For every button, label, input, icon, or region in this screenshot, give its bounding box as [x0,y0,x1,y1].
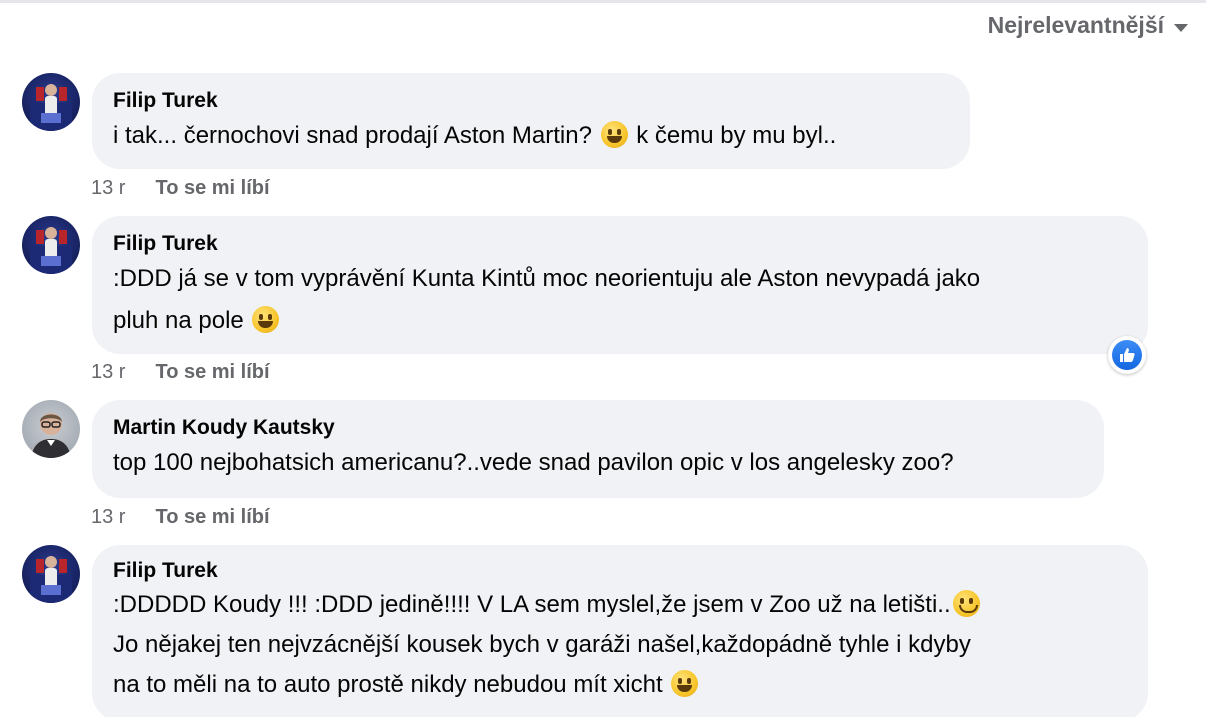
grinning-emoji-icon [671,670,699,697]
comment-author[interactable]: Filip Turek [113,87,948,115]
like-icon [1120,348,1135,362]
comment-bubble: Filip Turek i tak... černochovi snad pro… [92,73,970,169]
avatar[interactable] [22,400,80,458]
reaction-badge[interactable] [1108,336,1146,374]
avatar[interactable] [22,545,80,603]
comment-time[interactable]: 13 r [91,177,125,200]
comment-author[interactable]: Filip Turek [113,230,1126,258]
comment-meta: 13 r To se mi líbí [91,177,270,200]
avatar-image [31,413,71,458]
comment-text: :DDD já se v tom vyprávění Kunta Kintů m… [113,265,981,334]
avatar-image [30,227,72,274]
avatar-image [30,556,72,603]
caret-down-icon [1174,23,1188,32]
comment-meta: 13 r To se mi líbí [91,506,270,529]
comment-text: :DDDDD Koudy !!! :DDD jedině!!!! V LA se… [113,585,1126,705]
top-divider [0,0,1206,3]
comment-time[interactable]: 13 r [91,361,125,384]
like-button[interactable]: To se mi líbí [155,361,269,384]
comment-meta: 13 r To se mi líbí [91,361,270,384]
comment-time[interactable]: 13 r [91,506,125,529]
like-button[interactable]: To se mi líbí [155,506,269,529]
comment-author[interactable]: Filip Turek [113,557,1126,585]
sort-dropdown[interactable]: Nejrelevantnější [988,12,1188,39]
sort-label: Nejrelevantnější [987,12,1164,38]
avatar-image [30,84,72,131]
avatar[interactable] [22,216,80,274]
smiling-emoji-icon [952,590,980,617]
grinning-emoji-icon [252,306,280,333]
grinning-emoji-icon [600,121,628,148]
comment-bubble: Martin Koudy Kautsky top 100 nejbohatsic… [92,400,1104,498]
comment-text: top 100 nejbohatsich americanu?..vede sn… [113,449,954,476]
comment-author[interactable]: Martin Koudy Kautsky [113,414,1082,442]
like-button[interactable]: To se mi líbí [155,177,269,200]
comment-bubble: Filip Turek :DDD já se v tom vyprávění K… [92,216,1148,354]
comment-bubble: Filip Turek :DDDDD Koudy !!! :DDD jedině… [92,545,1148,717]
comment-text: i tak... černochovi snad prodají Aston M… [113,121,837,149]
avatar[interactable] [22,73,80,131]
